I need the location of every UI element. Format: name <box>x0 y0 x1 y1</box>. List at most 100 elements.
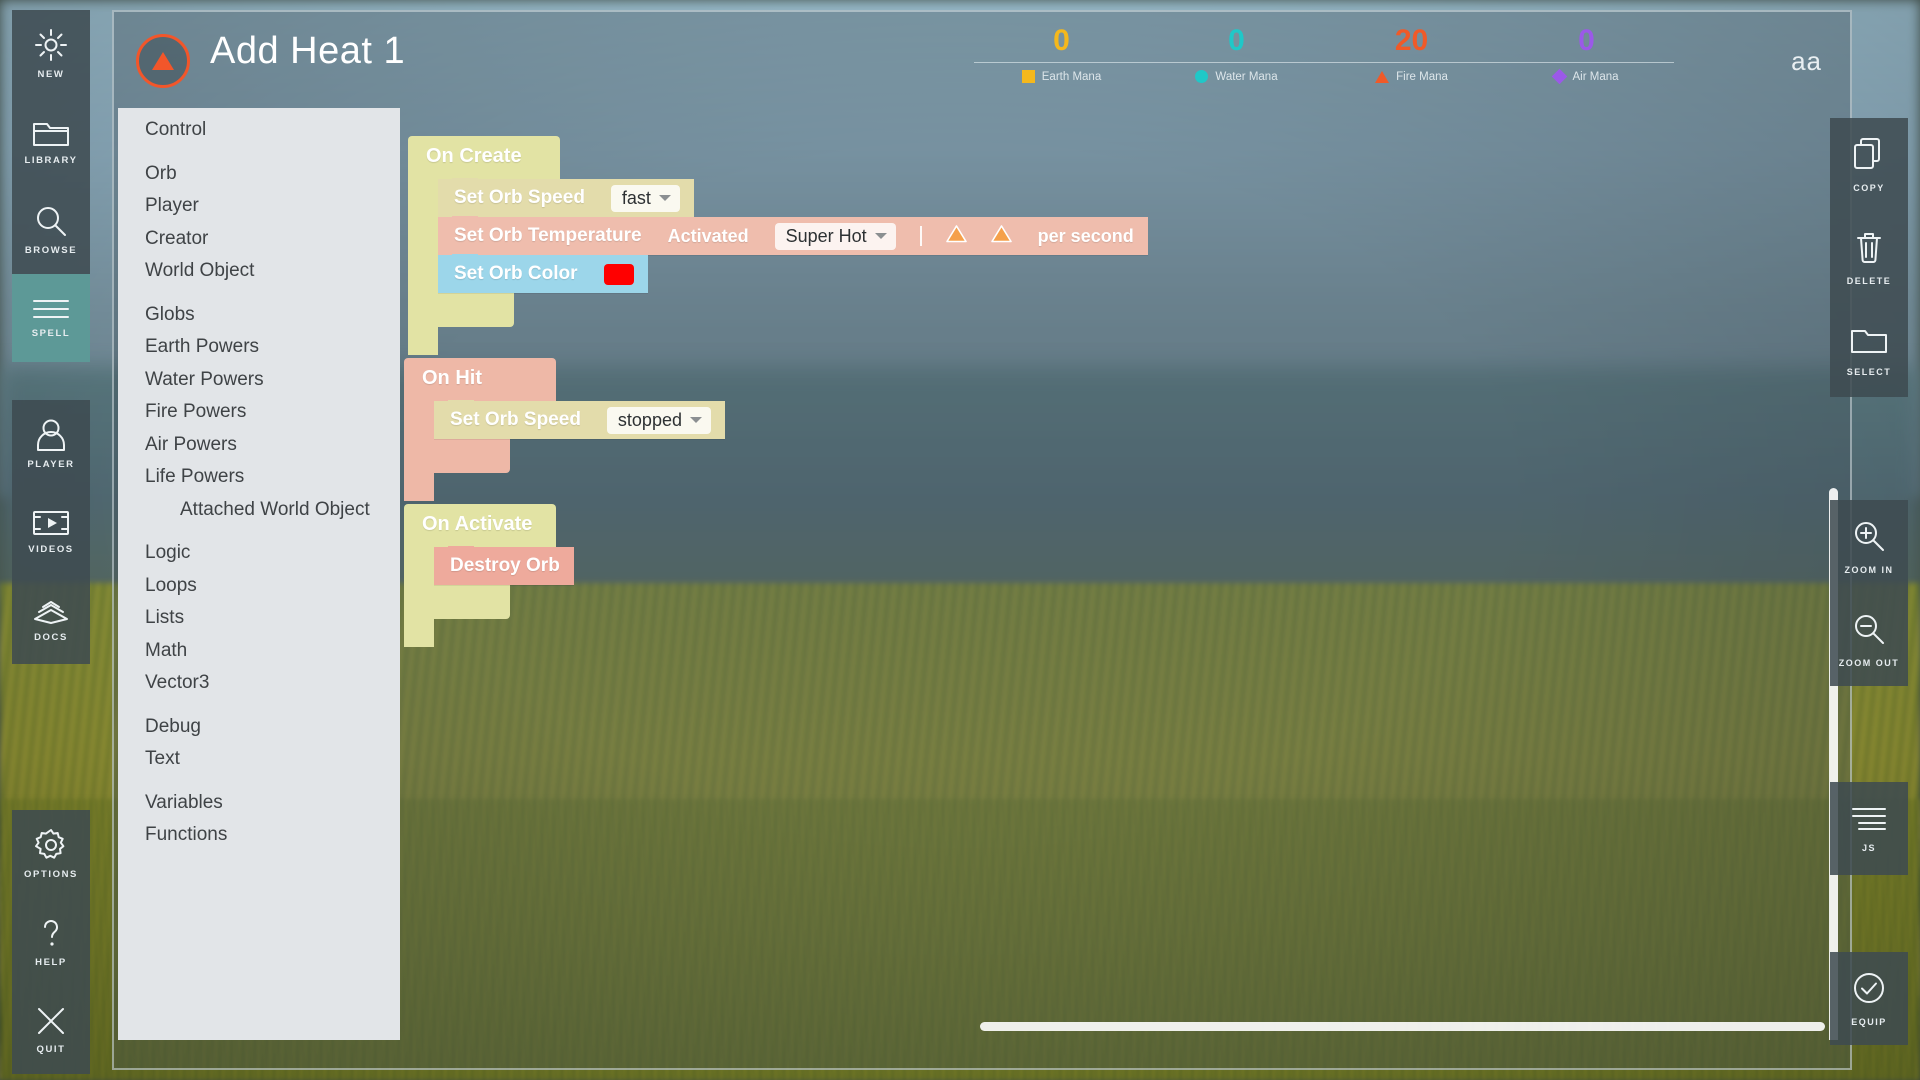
horizontal-scrollbar[interactable] <box>980 1022 1825 1031</box>
toolbar-item-equip[interactable]: EQUIP <box>1830 952 1908 1045</box>
statement-set-orb-temperature[interactable]: Set Orb Temperature Activated Super Hot per… <box>438 216 1148 255</box>
mana-legend-earth-mana: Earth Mana <box>974 70 1149 83</box>
sidebar-item-options[interactable]: OPTIONS <box>12 810 90 898</box>
page-title: Add Heat 1 <box>210 30 406 72</box>
toolbar-item-delete[interactable]: DELETE <box>1830 211 1908 304</box>
category-item-globs[interactable]: Globs <box>118 299 400 332</box>
script-block-area[interactable]: On Create Set Orb Speed fast Set Orb Temper… <box>400 108 1846 1040</box>
statement-destroy-orb[interactable]: Destroy Orb <box>434 546 574 585</box>
sidebar-item-label: BROWSE <box>24 245 78 256</box>
toolbar-item-zoom-out[interactable]: ZOOM OUT <box>1830 593 1908 686</box>
mana-swatch-triangle <box>1375 70 1390 83</box>
check-circle-icon <box>1852 971 1886 1010</box>
mana-value-fire-mana: 20 <box>1394 24 1429 57</box>
spell-editor-window: Add Heat 1 0 0 20 0 Earth Mana Water Mana Fir… <box>112 10 1852 1070</box>
category-item-lists[interactable]: Lists <box>118 602 400 635</box>
field-divider <box>919 226 922 246</box>
sidebar-item-label: OPTIONS <box>24 869 78 880</box>
category-item-variables[interactable]: Variables <box>118 787 400 820</box>
category-item-life-powers[interactable]: Life Powers <box>118 461 400 494</box>
search-icon <box>34 204 68 238</box>
warning-triangle-icon[interactable] <box>990 224 1012 248</box>
script-block-on-activate[interactable]: On Activate Destroy Orb <box>404 504 574 647</box>
category-item-loops[interactable]: Loops <box>118 570 400 603</box>
category-item-math[interactable]: Math <box>118 635 400 668</box>
event-hat-label[interactable]: On Activate <box>404 504 556 547</box>
toolbar-item-label: COPY <box>1853 182 1885 193</box>
block-notch <box>448 400 474 408</box>
toolbar-group-equip: EQUIP <box>1830 952 1908 1045</box>
warning-triangle-icon[interactable] <box>945 224 967 248</box>
category-item-logic[interactable]: Logic <box>118 537 400 570</box>
sidebar-item-help[interactable]: HELP <box>12 898 90 986</box>
block-notch <box>448 546 474 554</box>
script-canvas[interactable]: On Create Set Orb Speed fast Set Orb Temper… <box>400 108 1846 1040</box>
statement-set-orb-speed[interactable]: Set Orb Speed fast <box>438 178 694 217</box>
code-lines-icon <box>1851 805 1887 836</box>
category-list[interactable]: Control Orb Player Creator World Object Globs… <box>118 108 400 1040</box>
category-item-creator[interactable]: Creator <box>118 223 400 256</box>
color-swatch[interactable] <box>603 263 634 285</box>
category-item-text[interactable]: Text <box>118 743 400 776</box>
category-item-vector3[interactable]: Vector3 <box>118 667 400 700</box>
event-hat-label[interactable]: On Hit <box>404 358 556 401</box>
category-item-earth-powers[interactable]: Earth Powers <box>118 331 400 364</box>
sidebar-item-label: LIBRARY <box>24 155 78 166</box>
category-item-debug[interactable]: Debug <box>118 711 400 744</box>
mana-swatch-circle <box>1195 70 1209 83</box>
script-block-on-hit[interactable]: On Hit Set Orb Speed stopped <box>404 358 725 501</box>
statement-label: Set Orb Color <box>454 263 578 284</box>
sidebar-item-videos[interactable]: VIDEOS <box>12 488 90 576</box>
sidebar-item-docs[interactable]: DOCS <box>12 576 90 664</box>
dropdown-field[interactable]: Super Hot <box>774 222 896 250</box>
sidebar-item-spell[interactable]: SPELL <box>12 274 90 362</box>
sidebar-item-label: HELP <box>35 957 67 968</box>
chevron-down-icon <box>689 417 702 423</box>
category-item-water-powers[interactable]: Water Powers <box>118 364 400 397</box>
dropdown-field[interactable]: stopped <box>606 406 711 434</box>
sidebar-item-player[interactable]: PLAYER <box>12 400 90 488</box>
sidebar-item-quit[interactable]: QUIT <box>12 986 90 1074</box>
event-hat-label[interactable]: On Create <box>408 136 560 179</box>
toolbar-group-code: JS <box>1830 782 1908 875</box>
text-size-button[interactable]: aa <box>1791 46 1822 77</box>
toolbar-item-select[interactable]: SELECT <box>1830 304 1908 397</box>
field-text: Activated <box>667 225 749 246</box>
script-block-on-create[interactable]: On Create Set Orb Speed fast Set Orb Temper… <box>408 136 1148 355</box>
mana-legend-label: Water Mana <box>1215 70 1278 83</box>
category-item-air-powers[interactable]: Air Powers <box>118 429 400 462</box>
statement-set-orb-color[interactable]: Set Orb Color <box>438 254 648 293</box>
category-item-control[interactable]: Control <box>118 114 400 147</box>
sidebar-item-label: SPELL <box>31 328 71 339</box>
zoom-out-icon <box>1852 612 1886 651</box>
category-item-orb[interactable]: Orb <box>118 158 400 191</box>
chevron-down-icon <box>658 195 671 201</box>
sidebar-item-label: VIDEOS <box>28 544 74 555</box>
lines-icon <box>32 297 70 321</box>
sidebar-item-library[interactable]: LIBRARY <box>12 98 90 186</box>
toolbar-item-label: ZOOM OUT <box>1838 657 1900 668</box>
category-item-functions[interactable]: Functions <box>118 819 400 852</box>
category-item-world-object[interactable]: World Object <box>118 255 400 288</box>
mana-divider <box>974 62 1674 63</box>
sidebar-group-primary: NEW LIBRARY BROWSE SPELL <box>12 10 90 362</box>
toolbar-item-copy[interactable]: COPY <box>1830 118 1908 211</box>
sidebar-item-browse[interactable]: BROWSE <box>12 186 90 274</box>
category-item-attached-world-object[interactable]: Attached World Object <box>118 494 400 527</box>
mana-swatch-square <box>1021 70 1035 83</box>
dropdown-field[interactable]: fast <box>610 184 680 212</box>
category-item-player[interactable]: Player <box>118 190 400 223</box>
trash-icon <box>1854 230 1884 269</box>
sidebar-item-label: PLAYER <box>27 459 75 470</box>
statement-set-orb-speed[interactable]: Set Orb Speed stopped <box>434 400 725 439</box>
category-item-fire-powers[interactable]: Fire Powers <box>118 396 400 429</box>
toolbar-item-zoom-in[interactable]: ZOOM IN <box>1830 500 1908 593</box>
mana-legend-label: Air Mana <box>1572 70 1619 83</box>
toolbar-item-label: SELECT <box>1846 366 1892 377</box>
copy-icon <box>1852 137 1886 176</box>
block-notch <box>452 254 478 262</box>
block-notch <box>452 178 478 186</box>
sidebar-group-system: OPTIONS HELP QUIT <box>12 810 90 1074</box>
toolbar-item-js[interactable]: JS <box>1830 782 1908 875</box>
sidebar-item-new[interactable]: NEW <box>12 10 90 98</box>
